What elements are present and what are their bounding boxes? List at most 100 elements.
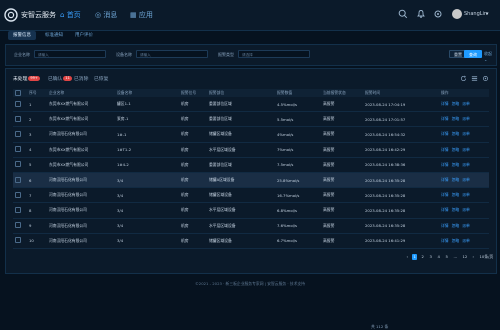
table-row[interactable]: 9 河南汉阳石化有限公司 3/4 机房 水平层区域设备 7.6%mol/s 高报警 2023-…: [13, 218, 489, 234]
ignore-link[interactable]: 忽略: [452, 101, 460, 106]
status-cell: 高报警: [321, 157, 363, 173]
detail-link[interactable]: 详情: [441, 147, 449, 152]
table-row[interactable]: 3 河南汉阳石化有限公司 1#-1 机房 储罐区域设备 4%mol/s 高报警 2023-08…: [13, 126, 489, 143]
dispatch-link[interactable]: 派单: [462, 131, 470, 136]
search-icon[interactable]: [398, 9, 408, 19]
select-all-header[interactable]: [13, 89, 27, 97]
ignore-link[interactable]: 忽略: [452, 116, 460, 121]
detail-link[interactable]: 详情: [441, 116, 449, 121]
collapse-button[interactable]: 收起 ⌃: [480, 50, 496, 64]
dispatch-link[interactable]: 派单: [462, 116, 470, 121]
ignore-link[interactable]: 忽略: [452, 223, 460, 228]
checkbox[interactable]: [15, 237, 21, 244]
dispatch-link[interactable]: 派单: [462, 223, 470, 228]
alarm-filter-label: 报警类型: [218, 52, 234, 57]
refresh-icon[interactable]: [460, 75, 467, 82]
table-row[interactable]: 10 河南汉阳石化有限公司 3/4 机房 储罐区域设备 6.7%mol/s 高报警 2023-…: [13, 233, 489, 249]
page-button[interactable]: 5: [444, 254, 449, 260]
company-filter-input[interactable]: 请输入: [34, 50, 106, 58]
nav-messages-label: 消息: [103, 11, 118, 19]
checkbox[interactable]: [15, 146, 21, 153]
column-settings-icon[interactable]: [471, 75, 478, 82]
row-number: 5: [27, 157, 47, 173]
prev-page-button[interactable]: ‹: [405, 254, 410, 260]
detail-link[interactable]: 详情: [441, 207, 449, 212]
status-tab-cleared[interactable]: 已消除: [74, 75, 88, 82]
sub-tabs: 报警信息 标准通知 用户评价: [0, 30, 500, 42]
ignore-link[interactable]: 忽略: [452, 177, 460, 182]
tag-cell: 机房: [179, 97, 207, 113]
dispatch-link[interactable]: 派单: [462, 238, 470, 243]
checkbox[interactable]: [15, 206, 21, 213]
ignore-link[interactable]: 忽略: [452, 147, 460, 152]
location-cell: 重要部位区域: [207, 157, 275, 173]
tab-standard-notice[interactable]: 标准通知: [40, 31, 68, 40]
checkbox-cell: [13, 172, 27, 189]
dispatch-link[interactable]: 派单: [462, 101, 470, 106]
nav-messages[interactable]: ◎ 消息: [95, 10, 117, 20]
page-button[interactable]: 4: [436, 254, 441, 260]
ignore-link[interactable]: 忽略: [452, 238, 460, 243]
company-cell: 河南汉阳石化有限公司: [47, 126, 115, 143]
detail-link[interactable]: 详情: [441, 223, 449, 228]
checkbox[interactable]: [15, 130, 21, 137]
ignore-link[interactable]: 忽略: [452, 192, 460, 197]
row-number: 1: [27, 97, 47, 113]
dispatch-link[interactable]: 派单: [462, 162, 470, 167]
checkbox[interactable]: [15, 89, 21, 96]
table-row[interactable]: 7 河南汉阳石化有限公司 3/4 机房 储罐区域设备 16.7%mol/s 高报警 2023-…: [13, 187, 489, 204]
bell-icon[interactable]: [416, 9, 426, 19]
detail-link[interactable]: 详情: [441, 238, 449, 243]
checkbox[interactable]: [15, 161, 21, 168]
dispatch-link[interactable]: 派单: [462, 192, 470, 197]
table-row[interactable]: 8 河南汉阳石化有限公司 3/4 机房 水平层区域设备 6.8%mol/s 高报警 2023-…: [13, 202, 489, 219]
dispatch-link[interactable]: 派单: [462, 177, 470, 182]
app-title: 安智云服务: [21, 11, 56, 19]
settings-icon[interactable]: [433, 9, 443, 19]
page-button[interactable]: 1: [412, 254, 418, 260]
tab-user-review[interactable]: 用户评价: [70, 31, 98, 40]
checkbox[interactable]: [15, 100, 21, 107]
dispatch-link[interactable]: 派单: [462, 207, 470, 212]
page-button[interactable]: 12: [461, 254, 469, 260]
tab-alarm-info[interactable]: 报警信息: [8, 31, 36, 40]
alarm-filter-select[interactable]: 请选择: [238, 50, 310, 58]
status-tab-unprocessed[interactable]: 未处理 99+: [13, 75, 40, 82]
status-tab-confirmed[interactable]: 已确认 11: [48, 75, 72, 82]
detail-link[interactable]: 详情: [441, 177, 449, 182]
next-page-button[interactable]: ›: [471, 254, 476, 260]
checkbox[interactable]: [15, 222, 21, 229]
ignore-link[interactable]: 忽略: [452, 131, 460, 136]
user-name[interactable]: ShangLin: [464, 11, 487, 17]
avatar[interactable]: [452, 9, 462, 19]
ignore-link[interactable]: 忽略: [452, 162, 460, 167]
status-cell: 高报警: [321, 97, 363, 113]
time-cell: 2023-08-24 16:42:29: [363, 142, 439, 158]
device-filter-input[interactable]: 请输入: [136, 50, 208, 58]
table-row[interactable]: 6 河南汉阳石化有限公司 3/4 机房 储罐A区域设备 25.8%mol/s 高报警 2023…: [13, 172, 489, 189]
table-row[interactable]: 5 东莞市XX燃气有限公司 1#4-2 机房 重要部位区域 7.5mol/s 高报警 2023…: [13, 157, 489, 173]
checkbox[interactable]: [15, 176, 21, 183]
status-tab-recovered[interactable]: 已恢复: [94, 75, 108, 82]
detail-link[interactable]: 详情: [441, 131, 449, 136]
ignore-link[interactable]: 忽略: [452, 207, 460, 212]
table-row[interactable]: 1 东莞市XX燃气有限公司 罐区1-1 机房 重要部位区域 4.5%mol/s 高报警 202…: [13, 97, 489, 113]
nav-home[interactable]: ⌂ 首页: [60, 10, 81, 20]
alarm-table: 序号 企业名称 设备名称 报警位号 报警部位 报警数值 当前报警状态 报警时间 …: [13, 89, 489, 249]
tag-cell: 机房: [179, 202, 207, 219]
detail-link[interactable]: 详情: [441, 101, 449, 106]
page-size-select[interactable]: 10条/页: [478, 254, 495, 260]
dispatch-link[interactable]: 派单: [462, 147, 470, 152]
page-button[interactable]: 3: [428, 254, 433, 260]
detail-link[interactable]: 详情: [441, 192, 449, 197]
table-row[interactable]: 2 东莞市XX燃气有限公司 泵房-1 机房 重要部位区域 5.5mol/s 高报警 2023-…: [13, 111, 489, 128]
nav-apps[interactable]: ▦ 应用: [130, 10, 153, 20]
checkbox[interactable]: [15, 191, 21, 198]
checkbox-cell: [13, 142, 27, 158]
checkbox[interactable]: [15, 115, 21, 122]
settings-icon[interactable]: [482, 75, 489, 82]
table-row[interactable]: 4 东莞市XX燃气有限公司 1#T1-2 机房 水平层区域设备 7%mol/s 高报警 202…: [13, 142, 489, 158]
chevron-down-icon[interactable]: ▾: [486, 11, 489, 17]
detail-link[interactable]: 详情: [441, 162, 449, 167]
page-button[interactable]: 2: [420, 254, 425, 260]
